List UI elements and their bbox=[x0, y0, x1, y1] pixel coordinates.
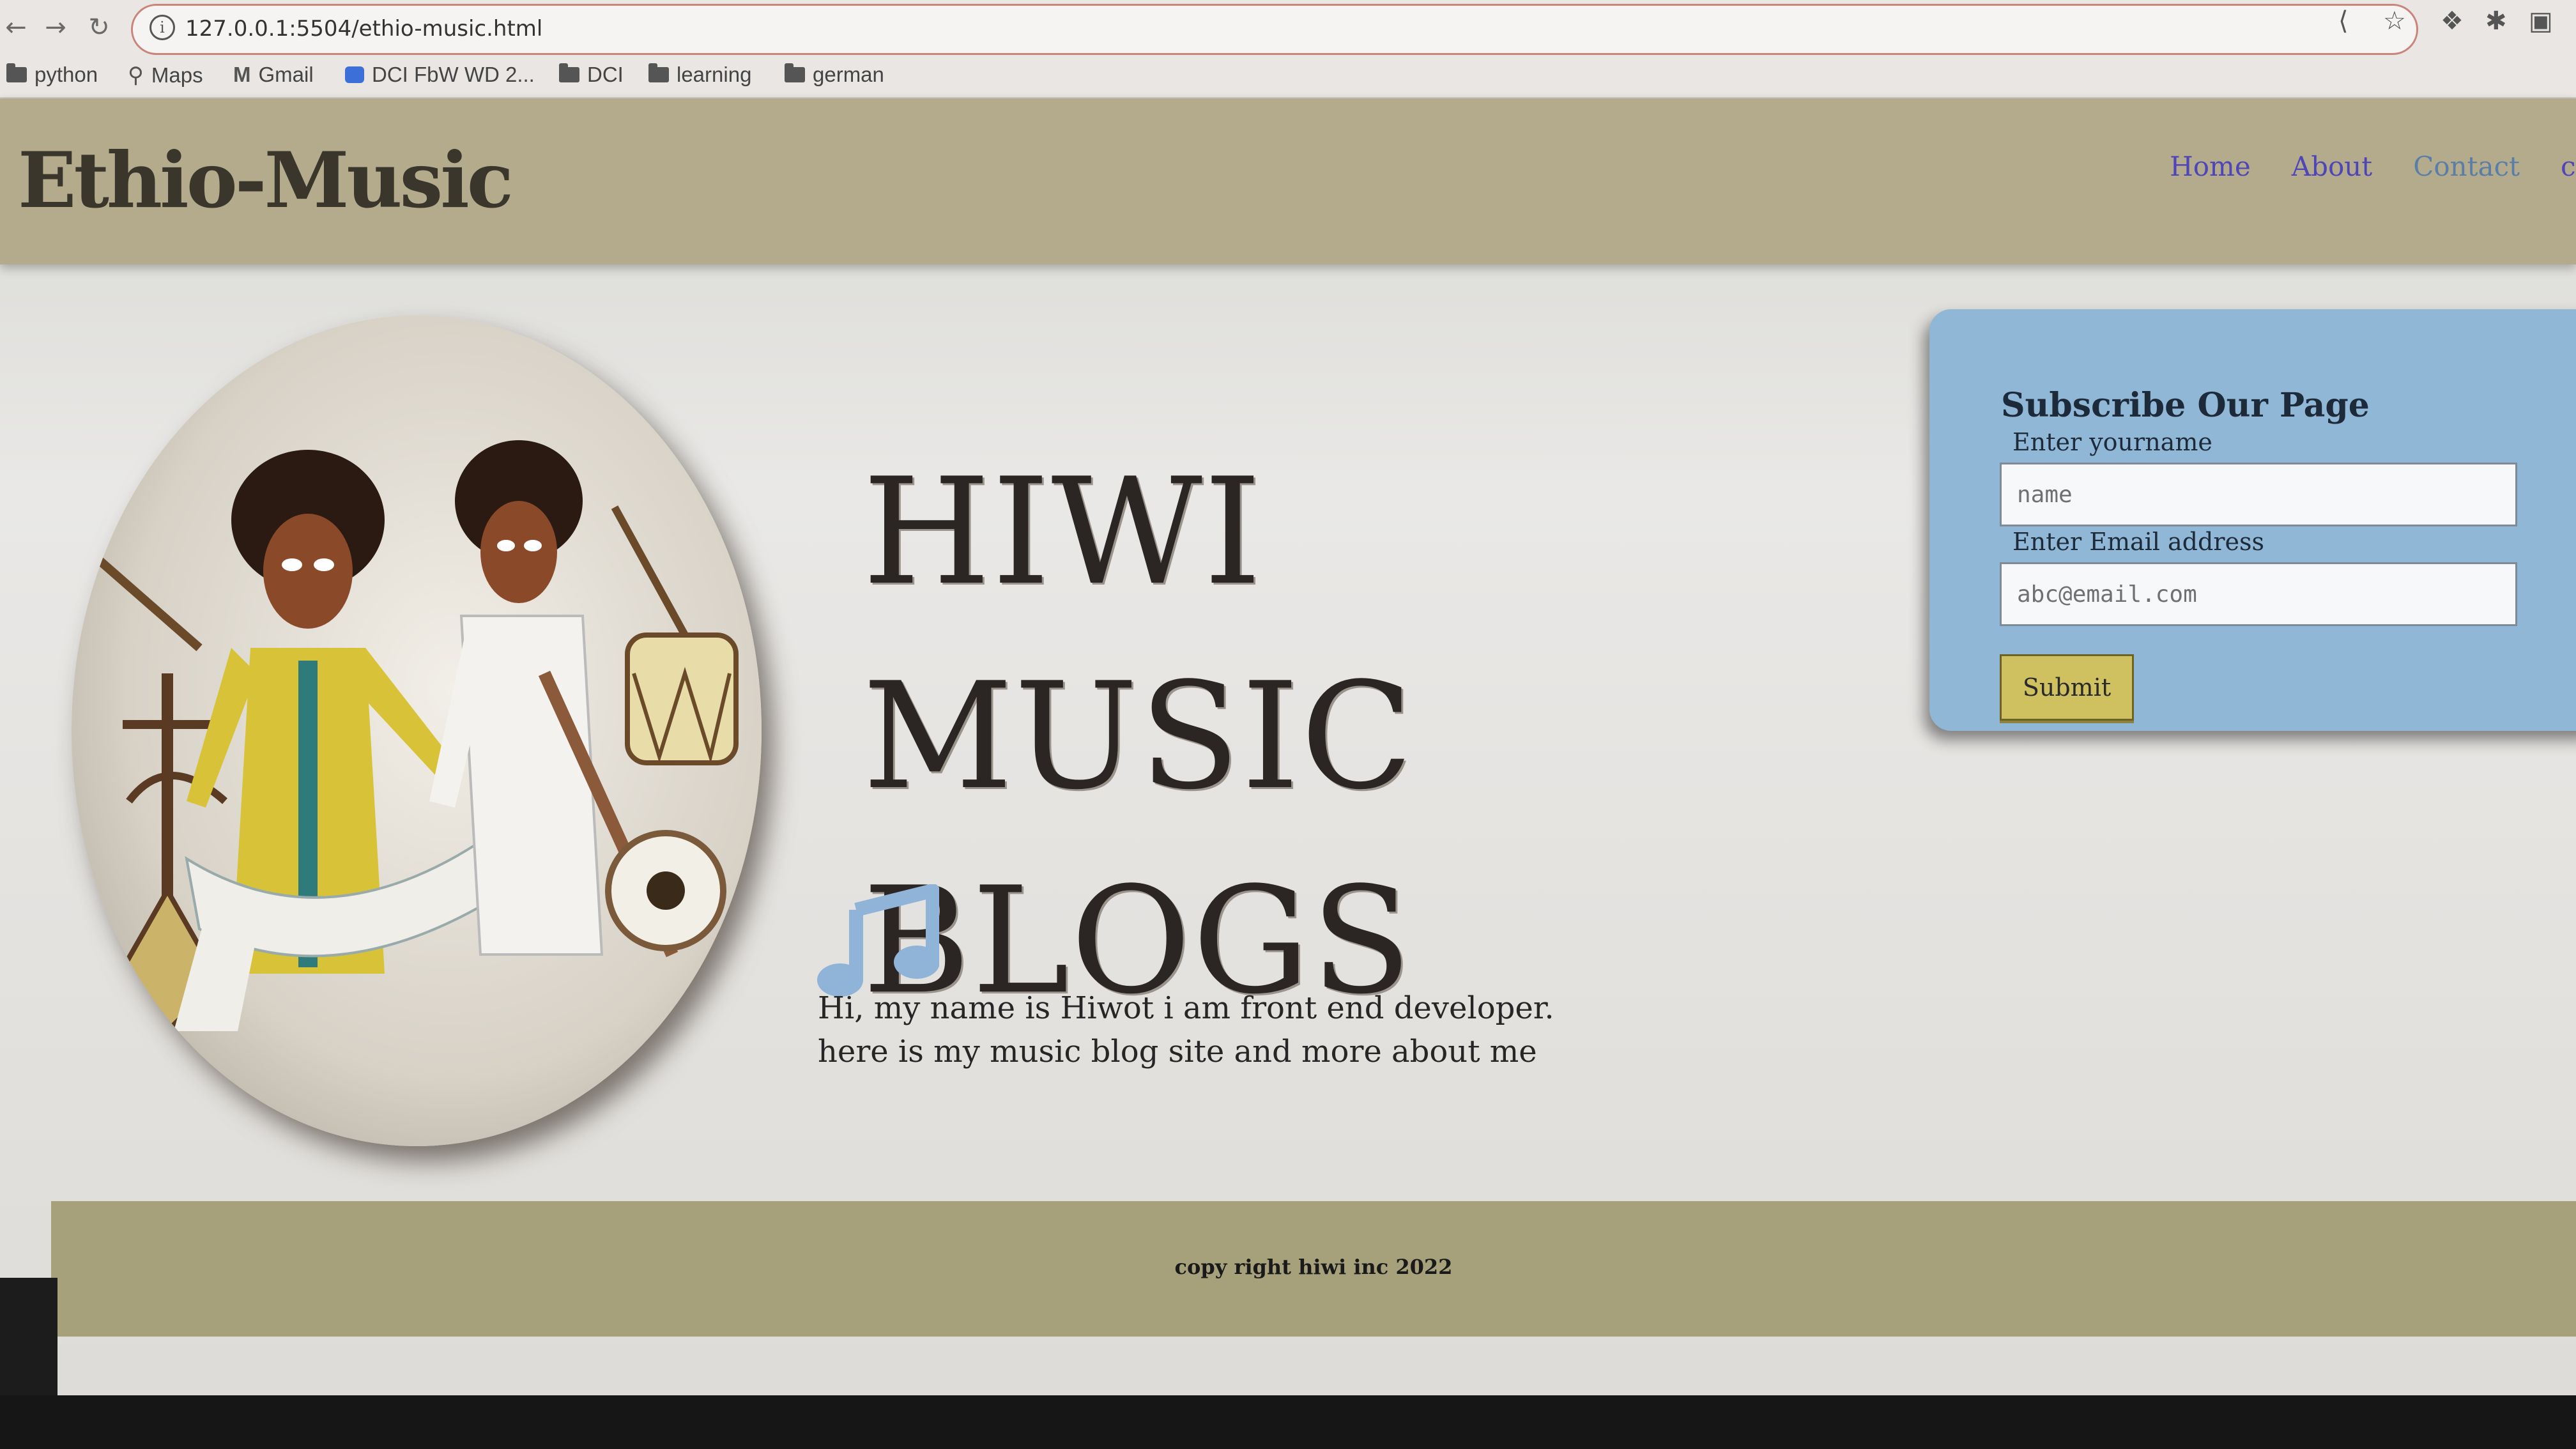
reload-icon[interactable]: ↻ bbox=[83, 12, 115, 43]
bookmark-python[interactable]: python bbox=[6, 63, 98, 87]
address-bar[interactable]: i 127.0.0.1:5504/ethio-music.html bbox=[131, 4, 2418, 55]
forward-arrow-icon[interactable]: → bbox=[40, 12, 72, 43]
browser-toolbar: ← → ↻ i 127.0.0.1:5504/ethio-music.html … bbox=[0, 0, 2576, 56]
nav-link-culture[interactable]: cul bbox=[2561, 151, 2576, 182]
bookmarks-bar: python ⚲ Maps M Gmail DCI FbW WD 2... DC… bbox=[0, 56, 2576, 98]
email-input[interactable] bbox=[2000, 562, 2517, 626]
subscribe-title: Subscribe Our Page bbox=[2001, 386, 2370, 425]
music-note-icon bbox=[817, 884, 939, 997]
painting-illustration bbox=[94, 440, 739, 1035]
folder-icon bbox=[6, 63, 27, 82]
bookmark-maps[interactable]: ⚲ Maps bbox=[128, 63, 203, 88]
site-logo[interactable]: Ethio-Music bbox=[18, 135, 514, 226]
bookmark-learning[interactable]: learning bbox=[648, 63, 751, 87]
hero-title-line-1: HIWI MUSIC bbox=[862, 447, 1414, 822]
extensions-puzzle-icon[interactable]: ✱ bbox=[2485, 6, 2507, 36]
site-nav: Home About Contact cul bbox=[2170, 151, 2576, 182]
address-url[interactable]: 127.0.0.1:5504/ethio-music.html bbox=[185, 16, 542, 42]
email-label: Enter Email address bbox=[2012, 528, 2264, 556]
site-info-icon[interactable]: i bbox=[150, 15, 175, 40]
nav-link-contact[interactable]: Contact bbox=[2413, 151, 2520, 182]
meet-icon bbox=[345, 66, 364, 83]
bookmark-german[interactable]: german bbox=[785, 63, 884, 87]
intro-text: Hi, my name is Hiwot i am front end deve… bbox=[818, 986, 1712, 1073]
intro-line-2: here is my music blog site and more abou… bbox=[818, 1034, 1537, 1070]
nav-link-home[interactable]: Home bbox=[2170, 151, 2251, 182]
back-arrow-icon[interactable]: ← bbox=[0, 12, 32, 43]
folder-icon bbox=[648, 63, 669, 82]
hero-title: HIWI MUSIC BLOGS bbox=[862, 431, 1693, 1044]
map-pin-icon: ⚲ bbox=[128, 63, 144, 88]
side-panel-icon[interactable]: ▣ bbox=[2529, 6, 2553, 36]
subscribe-card: Subscribe Our Page Enter yourname Enter … bbox=[1929, 309, 2576, 731]
name-input[interactable] bbox=[2000, 463, 2517, 526]
share-icon[interactable]: ⟨ bbox=[2338, 6, 2349, 36]
nav-link-about[interactable]: About bbox=[2292, 151, 2372, 182]
name-label: Enter yourname bbox=[2012, 428, 2212, 456]
bookmark-star-icon[interactable]: ☆ bbox=[2383, 6, 2406, 36]
intro-line-1: Hi, my name is Hiwot i am front end deve… bbox=[818, 990, 1554, 1026]
extension-color-icon[interactable]: ❖ bbox=[2441, 6, 2464, 36]
bookmark-gmail[interactable]: M Gmail bbox=[233, 63, 314, 87]
monitor-bezel-bottom bbox=[0, 1395, 2576, 1449]
screen: ← → ↻ i 127.0.0.1:5504/ethio-music.html … bbox=[0, 0, 2576, 1449]
web-page: Ethio-Music Home About Contact cul bbox=[0, 98, 2576, 1449]
gmail-icon: M bbox=[233, 63, 251, 86]
folder-icon bbox=[559, 63, 579, 82]
site-footer: copy right hiwi inc 2022 bbox=[51, 1201, 2576, 1337]
bookmark-dci-fbw[interactable]: DCI FbW WD 2... bbox=[345, 63, 535, 87]
bookmark-dci[interactable]: DCI bbox=[559, 63, 624, 87]
hero-portrait-image bbox=[72, 316, 762, 1146]
submit-button[interactable]: Submit bbox=[2000, 654, 2134, 721]
copyright-text: copy right hiwi inc 2022 bbox=[1174, 1255, 1453, 1279]
site-header: Ethio-Music Home About Contact cul bbox=[0, 98, 2576, 264]
folder-icon bbox=[785, 63, 805, 82]
